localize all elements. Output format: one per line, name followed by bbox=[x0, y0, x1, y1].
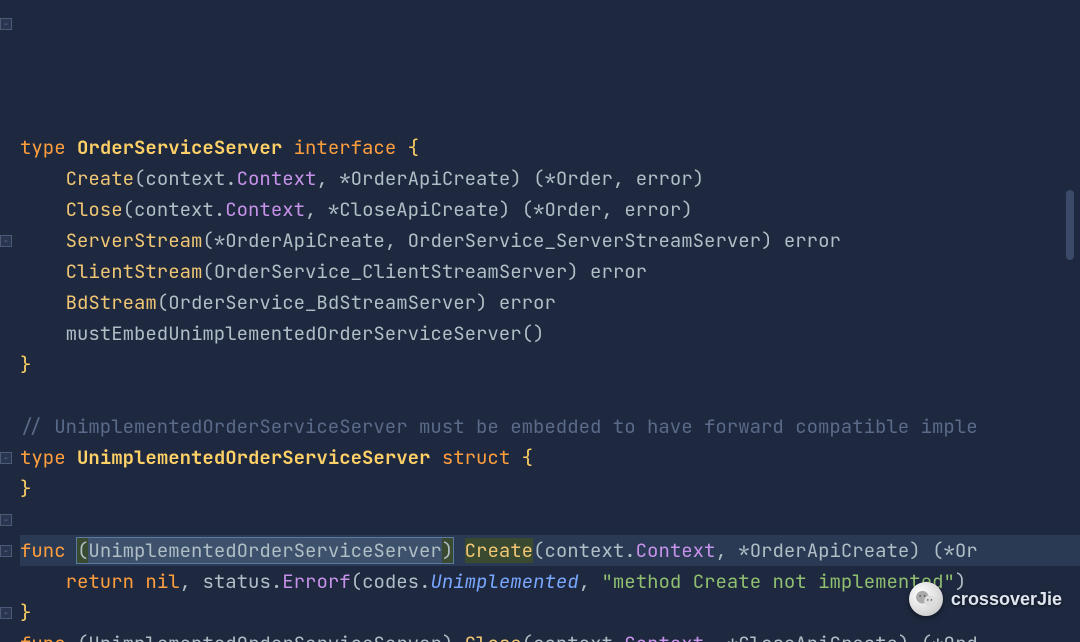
code-line: Close(context.Context, *CloseApiCreate) … bbox=[20, 194, 1080, 225]
code-line: } bbox=[20, 349, 1080, 380]
watermark: crossoverJie bbox=[909, 582, 1062, 616]
code-line: Create(context.Context, *OrderApiCreate)… bbox=[20, 163, 1080, 194]
code-line: ClientStream(OrderService_ClientStreamSe… bbox=[20, 256, 1080, 287]
watermark-text: crossoverJie bbox=[951, 584, 1062, 615]
wechat-icon bbox=[909, 582, 943, 616]
code-editor[interactable]: − − − − − − type OrderServiceServer inte… bbox=[0, 0, 1080, 642]
fold-marker[interactable]: − bbox=[0, 514, 12, 526]
code-line: ServerStream(*OrderApiCreate, OrderServi… bbox=[20, 225, 1080, 256]
code-line: } bbox=[20, 473, 1080, 504]
code-line: mustEmbedUnimplementedOrderServiceServer… bbox=[20, 318, 1080, 349]
fold-marker[interactable]: − bbox=[0, 545, 12, 557]
fold-gutter: − − − − − − bbox=[0, 0, 12, 642]
vertical-scrollbar[interactable] bbox=[1066, 190, 1074, 260]
code-content: type OrderServiceServer interface { Crea… bbox=[20, 132, 1080, 642]
code-line: type UnimplementedOrderServiceServer str… bbox=[20, 442, 1080, 473]
code-line: // UnimplementedOrderServiceServer must … bbox=[20, 411, 1080, 442]
fold-marker[interactable]: − bbox=[0, 452, 12, 464]
code-line: type OrderServiceServer interface { bbox=[20, 132, 1080, 163]
fold-marker[interactable]: − bbox=[0, 235, 12, 247]
fold-marker[interactable]: − bbox=[0, 18, 12, 30]
code-line bbox=[20, 504, 1080, 535]
code-line: func (UnimplementedOrderServiceServer) C… bbox=[20, 628, 1080, 642]
code-line: func (UnimplementedOrderServiceServer) C… bbox=[20, 535, 1080, 566]
code-line: BdStream(OrderService_BdStreamServer) er… bbox=[20, 287, 1080, 318]
code-line bbox=[20, 380, 1080, 411]
fold-marker[interactable]: − bbox=[0, 607, 12, 619]
